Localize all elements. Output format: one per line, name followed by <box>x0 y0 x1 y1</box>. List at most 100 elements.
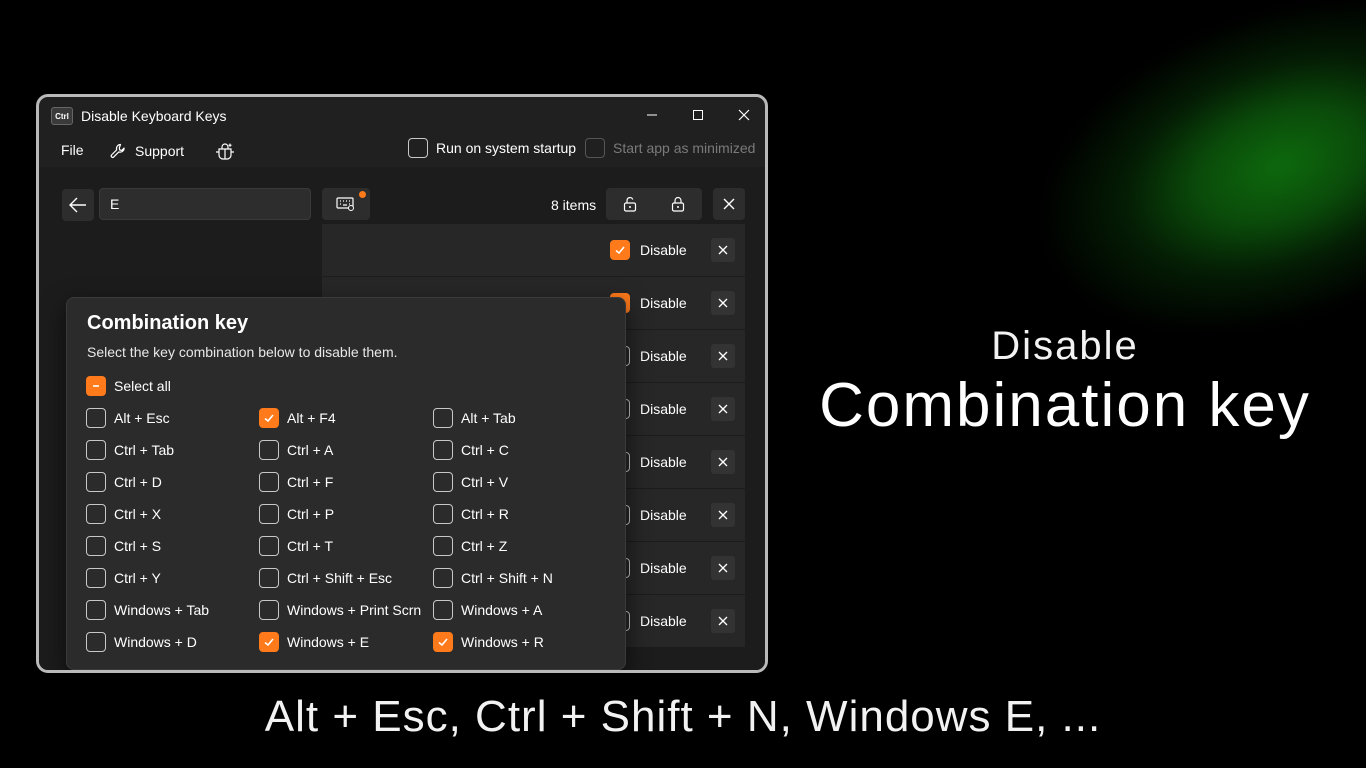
close-icon <box>718 245 728 255</box>
combination-option[interactable]: Ctrl + V <box>433 472 508 492</box>
combination-option[interactable]: Windows + Print Scrn <box>259 600 421 620</box>
combination-option-box[interactable] <box>433 472 453 492</box>
disable-label: Disable <box>640 507 687 523</box>
key-row: Disable <box>322 224 745 277</box>
combination-option-label: Ctrl + Tab <box>114 442 175 458</box>
unlock-icon <box>623 197 637 212</box>
remove-row-button[interactable] <box>711 609 735 633</box>
disable-checkbox[interactable] <box>610 240 630 260</box>
combination-option-box[interactable] <box>433 536 453 556</box>
combination-option-label: Windows + D <box>114 634 197 650</box>
combination-option[interactable]: Ctrl + A <box>259 440 333 460</box>
combination-option-label: Ctrl + A <box>287 442 334 458</box>
disable-toggle[interactable]: Disable <box>610 240 687 260</box>
combination-option[interactable]: Alt + F4 <box>259 408 336 428</box>
combination-option[interactable]: Ctrl + F <box>259 472 333 492</box>
combination-option[interactable]: Ctrl + R <box>433 504 509 524</box>
combination-option[interactable]: Ctrl + Tab <box>86 440 174 460</box>
close-icon <box>718 298 728 308</box>
combination-option-box[interactable] <box>86 568 106 588</box>
unlock-all-button[interactable] <box>606 188 654 220</box>
combination-option-box[interactable] <box>86 632 106 652</box>
checkmark-icon <box>264 414 274 423</box>
combination-option-box[interactable] <box>86 408 106 428</box>
run-on-startup-checkbox[interactable]: Run on system startup <box>408 138 576 158</box>
app-icon: Ctrl <box>51 107 73 125</box>
close-window-button[interactable] <box>721 99 765 131</box>
select-all-box[interactable] <box>86 376 106 396</box>
combination-option[interactable]: Ctrl + C <box>433 440 509 460</box>
popup-title: Combination key <box>87 312 249 334</box>
combination-option[interactable]: Alt + Tab <box>433 408 516 428</box>
combination-option-box[interactable] <box>259 568 279 588</box>
combination-option-box[interactable] <box>259 600 279 620</box>
popup-subtitle: Select the key combination below to disa… <box>87 344 398 360</box>
combination-option[interactable]: Windows + A <box>433 600 542 620</box>
combination-option-box[interactable] <box>433 568 453 588</box>
combination-option-box[interactable] <box>259 632 279 652</box>
maximize-button[interactable] <box>675 99 721 131</box>
combination-option-box[interactable] <box>259 408 279 428</box>
bug-report-button[interactable] <box>215 142 235 160</box>
remove-row-button[interactable] <box>711 450 735 474</box>
promo-heading-small: Disable <box>991 324 1139 368</box>
file-menu[interactable]: File <box>61 142 84 158</box>
remove-row-button[interactable] <box>711 238 735 262</box>
close-icon <box>738 109 750 121</box>
support-menu[interactable]: Support <box>109 142 184 160</box>
combination-option-label: Ctrl + X <box>114 506 162 522</box>
combination-option[interactable]: Windows + R <box>433 632 544 652</box>
combination-option-box[interactable] <box>259 536 279 556</box>
combination-option-box[interactable] <box>86 600 106 620</box>
combination-option[interactable]: Ctrl + X <box>86 504 161 524</box>
combination-option[interactable]: Alt + Esc <box>86 408 170 428</box>
combination-option-box[interactable] <box>86 440 106 460</box>
minimize-icon <box>647 114 657 116</box>
combination-option-box[interactable] <box>433 632 453 652</box>
combination-option[interactable]: Windows + E <box>259 632 369 652</box>
combination-option[interactable]: Ctrl + T <box>259 536 333 556</box>
remove-row-button[interactable] <box>711 397 735 421</box>
clear-button[interactable] <box>713 188 745 220</box>
combination-option[interactable]: Ctrl + Y <box>86 568 161 588</box>
combination-option-box[interactable] <box>259 472 279 492</box>
remove-row-button[interactable] <box>711 503 735 527</box>
combination-option-box[interactable] <box>86 536 106 556</box>
combination-option-label: Windows + R <box>461 634 544 650</box>
combination-option-box[interactable] <box>433 440 453 460</box>
combination-option[interactable]: Ctrl + P <box>259 504 334 524</box>
combination-option[interactable]: Windows + D <box>86 632 197 652</box>
combination-option[interactable]: Ctrl + D <box>86 472 162 492</box>
remove-row-button[interactable] <box>711 556 735 580</box>
combination-option-box[interactable] <box>259 440 279 460</box>
combination-key-button[interactable] <box>322 188 370 220</box>
combination-option-box[interactable] <box>433 600 453 620</box>
search-input[interactable] <box>99 188 311 220</box>
combination-option-box[interactable] <box>86 472 106 492</box>
combination-option[interactable]: Windows + Tab <box>86 600 209 620</box>
combination-option[interactable]: Ctrl + Z <box>433 536 507 556</box>
start-minimized-checkbox[interactable]: Start app as minimized <box>585 138 755 158</box>
remove-row-button[interactable] <box>711 291 735 315</box>
combination-option-box[interactable] <box>86 504 106 524</box>
combination-option-box[interactable] <box>433 504 453 524</box>
combination-option[interactable]: Ctrl + Shift + N <box>433 568 553 588</box>
combination-option-label: Ctrl + V <box>461 474 509 490</box>
combination-key-popup: Combination key Select the key combinati… <box>66 297 626 670</box>
run-on-startup-box[interactable] <box>408 138 428 158</box>
combination-option-box[interactable] <box>259 504 279 524</box>
title-bar: Ctrl Disable Keyboard Keys <box>39 97 765 133</box>
combination-option-label: Ctrl + P <box>287 506 335 522</box>
start-minimized-box[interactable] <box>585 138 605 158</box>
combination-option[interactable]: Ctrl + Shift + Esc <box>259 568 392 588</box>
select-all-checkbox[interactable]: Select all <box>86 376 171 396</box>
lock-all-button[interactable] <box>654 188 702 220</box>
remove-row-button[interactable] <box>711 344 735 368</box>
back-button[interactable] <box>62 189 94 221</box>
minimize-button[interactable] <box>629 99 675 131</box>
combination-option[interactable]: Ctrl + S <box>86 536 161 556</box>
combination-option-label: Ctrl + D <box>114 474 162 490</box>
notification-dot <box>359 191 366 198</box>
combination-option-box[interactable] <box>433 408 453 428</box>
close-icon <box>718 404 728 414</box>
